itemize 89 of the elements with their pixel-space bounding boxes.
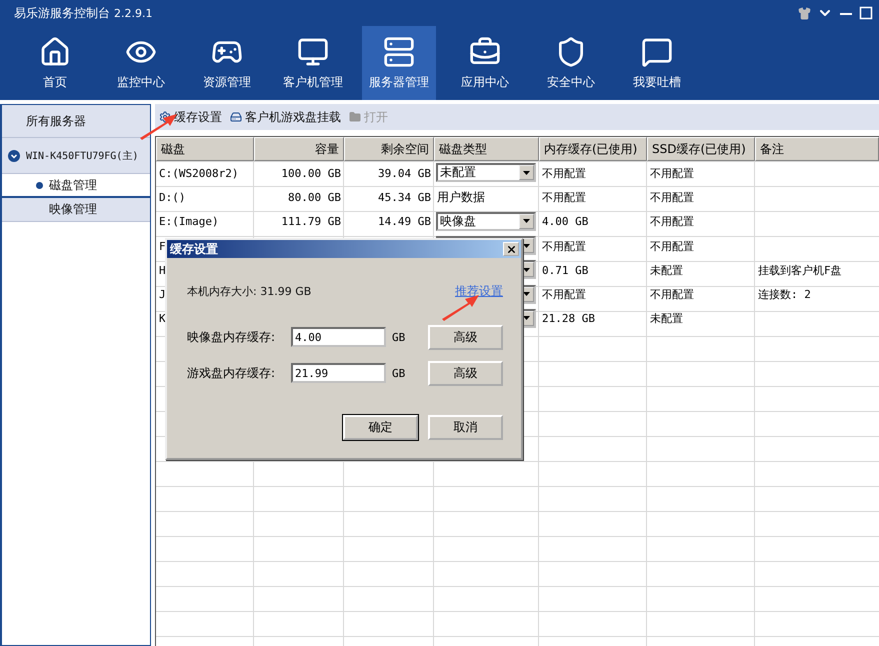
table-cell-text: 111.79 GB xyxy=(280,214,342,230)
nav-tab[interactable]: 监控中心 xyxy=(104,26,178,100)
tree-label: 映像管理 xyxy=(49,201,97,218)
tree-label: 所有服务器 xyxy=(26,112,86,130)
table-cell: H xyxy=(159,264,166,277)
table-cell-text: 100.00 GB xyxy=(280,166,342,182)
table-cell-text: 未配置 xyxy=(649,262,684,279)
field-label: 映像盘内存缓存: xyxy=(187,328,276,346)
cancel-button[interactable]: 取消 xyxy=(428,414,503,440)
input-field[interactable]: 4.00 xyxy=(291,327,386,347)
column-header[interactable]: 剩余空间 xyxy=(344,137,434,162)
table-cell-text: 不用配置 xyxy=(541,190,587,206)
nav-tab[interactable]: 我要吐槽 xyxy=(620,26,694,100)
table-cell-text: 80.00 GB xyxy=(287,190,342,206)
gear-icon xyxy=(159,111,171,123)
toolbar-button[interactable]: 缓存设置 xyxy=(159,108,222,126)
dropdown-arrow-icon xyxy=(523,244,530,248)
table-cell-text: 连接数: 2 xyxy=(757,287,812,304)
selected-dot-icon xyxy=(36,182,43,188)
advanced-button[interactable]: 高级 xyxy=(428,360,503,386)
table-cell: C:(WS2008r2) xyxy=(159,166,238,180)
dropdown-arrow-icon xyxy=(523,219,530,224)
column-header[interactable]: 磁盘 xyxy=(156,137,254,162)
nav-tab[interactable]: 应用中心 xyxy=(448,26,522,100)
field-label: 游戏盘内存缓存: xyxy=(187,364,276,382)
monitor-icon xyxy=(297,36,329,68)
table-cell-text: 不用配置 xyxy=(649,214,695,230)
nav-tab[interactable]: 资源管理 xyxy=(190,26,264,100)
tree-item[interactable]: WIN-K450FTU79FG(主) xyxy=(2,138,150,174)
dialog-title: 缓存设置 xyxy=(170,240,218,258)
column-header[interactable]: SSD缓存(已使用) xyxy=(647,137,755,162)
nav-tab[interactable]: 安全中心 xyxy=(534,26,608,100)
table-cell: J xyxy=(159,288,166,302)
version-label: 2.2.9.1 xyxy=(114,6,152,20)
column-header[interactable]: 容量 xyxy=(254,137,344,162)
table-cell: K xyxy=(159,312,166,326)
column-header[interactable]: 磁盘类型 xyxy=(434,137,539,162)
tree-label: WIN-K450FTU79FG(主) xyxy=(26,150,138,162)
ok-button[interactable]: 确定 xyxy=(343,414,418,440)
table-cell-text: 0.71 GB xyxy=(541,262,590,279)
table-cell-text: 4.00 GB xyxy=(541,214,590,230)
speech-bubble-icon xyxy=(641,36,673,68)
table-cell: D:() xyxy=(159,191,186,204)
table-cell-text: 14.49 GB xyxy=(377,214,432,230)
tree-label: 磁盘管理 xyxy=(49,176,97,194)
maximize-icon[interactable] xyxy=(859,6,873,20)
house-icon xyxy=(39,36,71,68)
collapse-icon[interactable] xyxy=(8,150,20,162)
nav-tab[interactable]: 服务器管理 xyxy=(362,26,436,100)
disk-type-dropdown[interactable]: 映像盘 xyxy=(436,212,536,231)
table-cell-text: 未配置 xyxy=(649,311,684,328)
tree-item[interactable]: 映像管理 xyxy=(2,198,150,222)
close-icon xyxy=(506,244,516,254)
dropdown-arrow-icon xyxy=(523,292,530,296)
table-cell-text: 21.28 GB xyxy=(541,311,596,328)
server-icon xyxy=(383,36,415,68)
dropdown-arrow-icon xyxy=(523,268,530,272)
column-header[interactable]: 内存缓存(已使用) xyxy=(539,137,647,162)
table-cell: F xyxy=(159,240,166,253)
window-title: 易乐游服务控制台 xyxy=(14,4,110,22)
table-cell-text: 用户数据 xyxy=(436,189,486,206)
advanced-button[interactable]: 高级 xyxy=(428,324,503,350)
dropdown-arrow-icon xyxy=(523,316,530,320)
input-field[interactable]: 21.99 xyxy=(291,363,386,383)
skin-icon[interactable] xyxy=(798,6,811,20)
disk-type-dropdown[interactable]: 未配置 xyxy=(436,163,536,182)
memory-size-label: 本机内存大小: 31.99 GB xyxy=(187,284,312,298)
column-header[interactable]: 备注 xyxy=(755,137,879,162)
toolbar-button[interactable]: 客户机游戏盘挂载 xyxy=(230,108,341,126)
close-button[interactable] xyxy=(503,242,519,256)
table-cell-text: 不用配置 xyxy=(649,287,695,304)
drive-icon xyxy=(230,111,242,123)
nav-tab[interactable]: 首页 xyxy=(18,26,92,100)
unit-label: GB xyxy=(392,366,406,380)
table-cell-text: 39.04 GB xyxy=(377,166,432,182)
table-cell-text: 挂载到客户机F盘 xyxy=(757,262,843,279)
table-cell-text: 不用配置 xyxy=(541,166,587,182)
table-cell: E:(Image) xyxy=(159,215,219,228)
table-cell-text: 不用配置 xyxy=(541,238,587,255)
table-cell-text: 45.34 GB xyxy=(377,190,432,206)
folder-icon xyxy=(349,111,361,123)
unit-label: GB xyxy=(392,330,406,344)
table-cell-text: 不用配置 xyxy=(649,238,695,255)
nav-tab[interactable]: 客户机管理 xyxy=(276,26,350,100)
table-cell-text: 不用配置 xyxy=(541,287,587,304)
tree-item[interactable]: 所有服务器 xyxy=(2,105,150,138)
table-cell-text: 不用配置 xyxy=(649,190,695,206)
table-cell-text: 不用配置 xyxy=(649,166,695,182)
dropdown-arrow-icon xyxy=(523,170,530,175)
